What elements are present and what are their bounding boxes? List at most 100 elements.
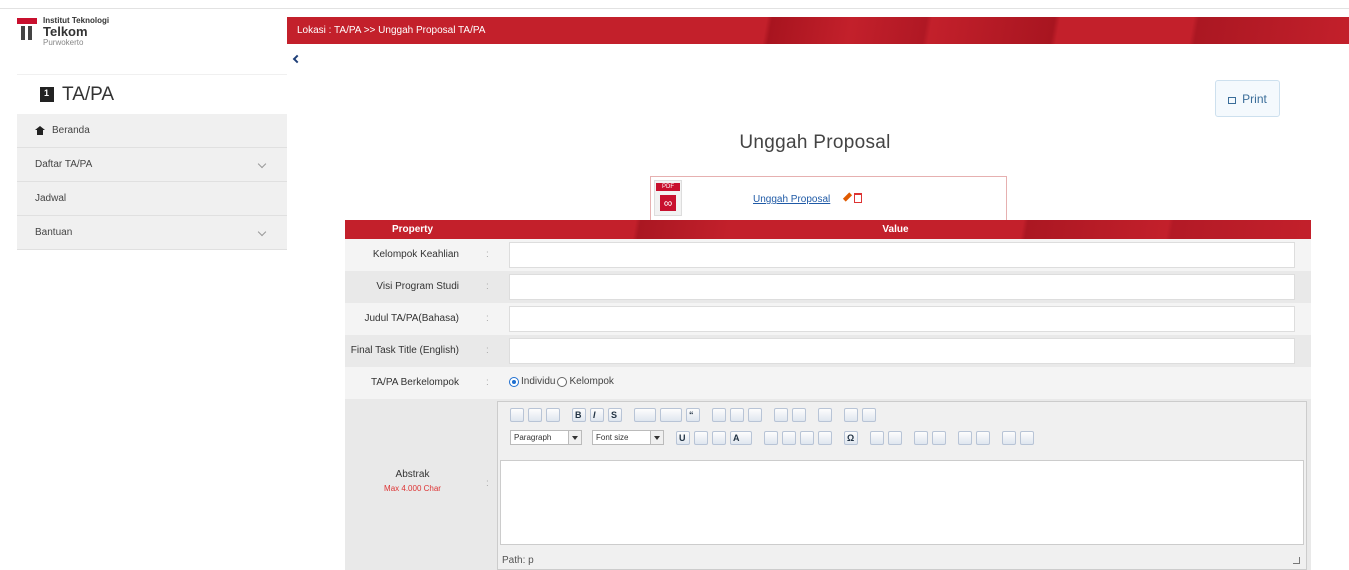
eraser-icon[interactable]	[818, 430, 832, 445]
abstract-label: Abstrak	[395, 469, 430, 480]
new-doc-icon[interactable]	[528, 408, 542, 422]
sidebar-item-bantuan[interactable]: Bantuan	[17, 216, 287, 250]
property-table: Property Value Kelompok Keahlian : Visi …	[345, 220, 1311, 570]
sidebar-item-daftar-tapa[interactable]: Daftar TA/PA	[17, 148, 287, 182]
chevron-down-icon	[650, 431, 663, 444]
field-colon: :	[486, 377, 489, 388]
help-icon[interactable]	[862, 408, 876, 422]
find-icon[interactable]	[1002, 430, 1016, 445]
numbered-list-icon[interactable]	[660, 408, 682, 422]
indent-icon[interactable]	[888, 430, 902, 445]
table-row: Judul TA/PA(Bahasa) :	[345, 303, 1311, 335]
home-icon	[35, 126, 45, 135]
institution-logo[interactable]: Institut Teknologi Telkom Purwokerto	[17, 16, 217, 56]
field-label: TA/PA Berkelompok	[371, 377, 459, 388]
redo-icon[interactable]	[932, 430, 946, 445]
judul-tapa-field[interactable]	[509, 306, 1295, 332]
text-color-icon[interactable]: A	[730, 430, 752, 445]
justify-icon[interactable]	[694, 430, 708, 445]
copy-icon[interactable]	[782, 430, 796, 445]
table-row: Visi Program Studi :	[345, 271, 1311, 303]
field-label: Final Task Title (English)	[350, 345, 459, 356]
align-left-icon[interactable]	[712, 408, 726, 422]
radio-kelompok[interactable]	[557, 376, 568, 387]
resize-handle-icon[interactable]	[1293, 557, 1300, 564]
superscript-icon[interactable]	[712, 430, 726, 445]
breadcrumb-bar: Lokasi : TA/PA >> Unggah Proposal TA/PA	[287, 17, 1349, 44]
field-label: Judul TA/PA(Bahasa)	[364, 313, 460, 324]
undo-icon[interactable]	[914, 430, 928, 445]
field-label: Visi Program Studi	[376, 281, 459, 292]
printer-icon	[1228, 97, 1237, 104]
paste-icon[interactable]	[800, 430, 814, 445]
table-row: Final Task Title (English) :	[345, 335, 1311, 367]
font-size-select-value: Font size	[596, 433, 629, 442]
preview-icon[interactable]	[546, 408, 560, 422]
image-icon[interactable]	[844, 408, 858, 422]
logo-line-2: Telkom	[43, 24, 88, 39]
horizontal-rule-icon[interactable]	[958, 430, 972, 445]
sidebar-item-beranda[interactable]: Beranda	[17, 114, 287, 148]
replace-icon[interactable]	[1020, 430, 1034, 445]
blockquote-icon[interactable]: “	[686, 408, 700, 422]
telkom-logo-icon	[17, 18, 37, 40]
kelompok-keahlian-field[interactable]	[509, 242, 1295, 268]
special-char-icon[interactable]: Ω	[844, 430, 858, 445]
abstract-editor-area[interactable]	[500, 460, 1304, 545]
page-title: Unggah Proposal	[739, 132, 891, 153]
align-right-icon[interactable]	[748, 408, 762, 422]
upload-proposal-link[interactable]: Unggah Proposal	[753, 194, 830, 205]
pdf-tag: PDF	[656, 183, 680, 191]
print-button[interactable]: Print	[1215, 80, 1280, 117]
field-colon: :	[486, 249, 489, 260]
anchor-icon[interactable]	[818, 408, 832, 422]
radio-individu-label[interactable]: Individu	[521, 376, 555, 387]
editor-toolbar-row-2: Paragraph Font size U A Ω	[510, 430, 1034, 445]
delete-trash-icon[interactable]	[854, 193, 862, 203]
strikethrough-icon[interactable]: S	[608, 408, 622, 422]
sidebar-item-jadwal[interactable]: Jadwal	[17, 182, 287, 216]
edit-pencil-icon[interactable]	[842, 192, 853, 202]
header-property: Property	[391, 224, 434, 235]
final-task-title-field[interactable]	[509, 338, 1295, 364]
chevron-down-icon	[568, 431, 581, 444]
radio-individu[interactable]	[509, 376, 519, 387]
font-size-select[interactable]: Font size	[592, 430, 664, 445]
underline-icon[interactable]: U	[676, 430, 690, 445]
radio-kelompok-label[interactable]: Kelompok	[569, 376, 613, 387]
field-label: Kelompok Keahlian	[372, 249, 459, 260]
bold-icon[interactable]: B	[572, 408, 586, 422]
field-colon: :	[486, 313, 489, 324]
editor-toolbar-row-1: B I S “	[510, 408, 876, 422]
berkelompok-radio-group: Individu Kelompok	[509, 376, 614, 387]
cut-icon[interactable]	[764, 430, 778, 445]
format-select-value: Paragraph	[514, 433, 552, 442]
visi-program-studi-field[interactable]	[509, 274, 1295, 300]
sidebar-menu: Beranda Daftar TA/PA Jadwal Bantuan	[17, 114, 287, 250]
unlink-icon[interactable]	[792, 408, 806, 422]
insert-media-icon[interactable]	[976, 430, 990, 445]
abstract-limit-hint: Max 4.000 Char	[384, 484, 441, 493]
field-colon: :	[486, 345, 489, 356]
print-button-label: Print	[1242, 91, 1267, 106]
back-arrow-icon[interactable]	[292, 54, 302, 64]
sidebar-item-label: Bantuan	[35, 227, 73, 238]
sidebar-item-label: Beranda	[52, 125, 90, 136]
abstract-row: Abstrak Max 4.000 Char : B I S “ Paragra…	[345, 399, 1311, 570]
outdent-icon[interactable]	[870, 430, 884, 445]
save-doc-icon[interactable]	[510, 408, 524, 422]
rich-text-editor: B I S “ Paragraph Font size U A Ω Path: …	[497, 401, 1307, 570]
align-center-icon[interactable]	[730, 408, 744, 422]
link-icon[interactable]	[774, 408, 788, 422]
header-value: Value	[882, 224, 909, 235]
bullet-list-icon[interactable]	[634, 408, 656, 422]
upload-proposal-box: PDF ∞ Unggah Proposal	[650, 176, 1007, 222]
module-title-label: TA/PA	[62, 83, 115, 105]
format-select[interactable]: Paragraph	[510, 430, 582, 445]
italic-icon[interactable]: I	[590, 408, 604, 422]
table-row: Kelompok Keahlian :	[345, 239, 1311, 271]
chevron-down-icon	[257, 227, 267, 237]
logo-line-3: Purwokerto	[43, 38, 84, 47]
book-icon	[40, 87, 54, 102]
module-title: TA/PA	[17, 74, 287, 114]
